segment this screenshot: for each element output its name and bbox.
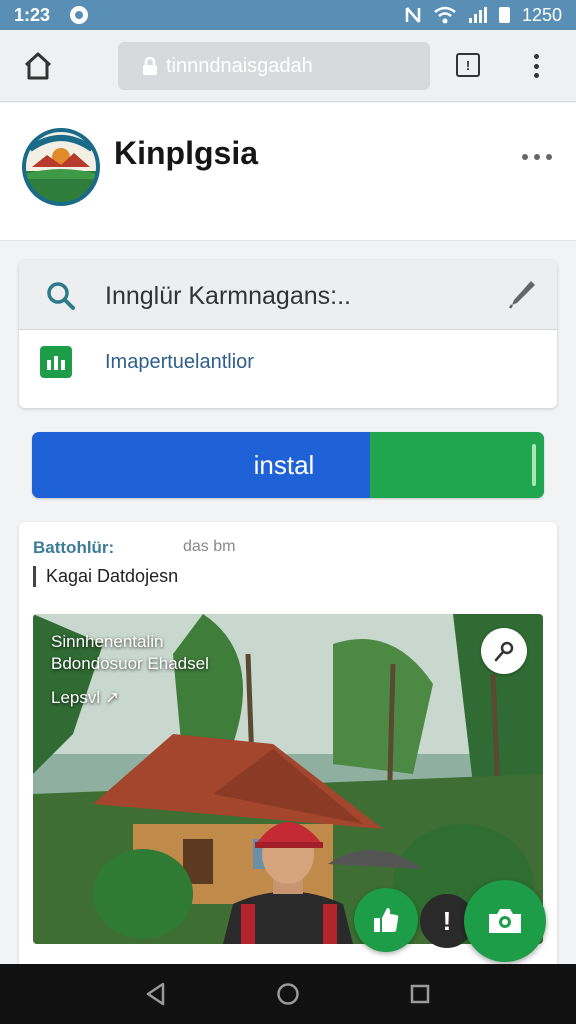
- camera-icon: [489, 909, 521, 933]
- browser-toolbar: tinnndnaisgadah !: [0, 30, 576, 102]
- signal-icon: [468, 7, 487, 23]
- home-icon[interactable]: [22, 50, 54, 82]
- lock-icon: [143, 57, 157, 75]
- card-subtitle: Kagai Datdojesn: [33, 566, 178, 587]
- page-title: Kinplgsia: [114, 135, 259, 171]
- search-query: Innglür Karmnagans:..: [105, 282, 351, 310]
- pen-icon[interactable]: [507, 278, 537, 310]
- wifi-icon: [434, 6, 456, 24]
- search-suggestion[interactable]: Imapertuelantlior: [19, 330, 557, 408]
- overflow-menu-icon[interactable]: [526, 52, 546, 80]
- thumbs-up-icon: [374, 908, 399, 932]
- tabs-button[interactable]: !: [456, 53, 480, 77]
- card-meta: das bm: [183, 538, 236, 555]
- status-time: 1:23: [14, 4, 51, 25]
- recents-icon[interactable]: [407, 981, 433, 1007]
- photo-caption-line2: Bdondosuor Ehadsel: [51, 654, 209, 673]
- home-nav-icon[interactable]: [275, 981, 301, 1007]
- install-label: instal: [253, 450, 315, 480]
- system-nav-bar: [0, 964, 576, 1024]
- address-text: tinnndnaisgadah: [166, 54, 313, 77]
- like-button[interactable]: [354, 888, 418, 952]
- chart-icon: [40, 346, 72, 378]
- install-button[interactable]: instal: [32, 432, 544, 498]
- site-header: Kinplgsia: [0, 103, 576, 241]
- nfc-icon: [405, 7, 421, 23]
- card-heading: Battohlür:: [33, 538, 115, 557]
- notification-icon: [70, 6, 89, 24]
- pin-icon: [494, 641, 514, 662]
- camera-button[interactable]: [464, 880, 546, 962]
- search-icon: [47, 282, 75, 310]
- status-icons: 1250: [405, 5, 562, 26]
- search-card: Innglür Karmnagans:.. Imapertuelantlior: [19, 260, 557, 408]
- photo-edit-button[interactable]: [481, 628, 527, 674]
- photo-caption-line1: Sinnhenentalin: [51, 632, 164, 651]
- status-battery-text: 1250: [521, 4, 562, 25]
- suggestion-label: Imapertuelantlior: [105, 351, 254, 373]
- back-icon[interactable]: [143, 981, 169, 1007]
- address-bar[interactable]: tinnndnaisgadah: [118, 42, 430, 90]
- photo-caption-line3: Lepsvl ↗: [51, 688, 120, 707]
- more-options-icon[interactable]: [522, 151, 552, 163]
- status-bar: 1:23 1250: [0, 0, 576, 30]
- post-photo[interactable]: Sinnhenentalin Bdondosuor Ehadsel Lepsvl…: [33, 614, 543, 944]
- battery-icon: [498, 7, 510, 23]
- site-logo: [22, 128, 100, 206]
- search-input[interactable]: Innglür Karmnagans:..: [19, 260, 557, 330]
